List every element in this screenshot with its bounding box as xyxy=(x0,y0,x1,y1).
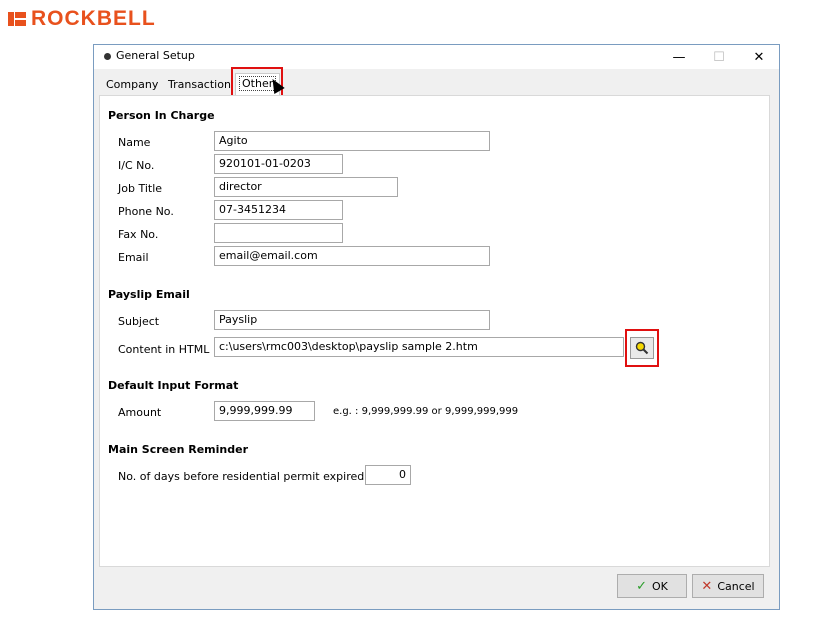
window-title: General Setup xyxy=(116,49,195,62)
rockbell-logo-icon xyxy=(8,10,26,28)
tab-panel xyxy=(99,95,770,567)
fax-label: Fax No. xyxy=(118,228,159,241)
amount-input[interactable]: 9,999,999.99 xyxy=(214,401,315,421)
content-html-input[interactable]: c:\users\rmc003\desktop\payslip sample 2… xyxy=(214,337,624,357)
name-label: Name xyxy=(118,136,151,149)
maximize-button[interactable]: ☐ xyxy=(700,45,738,69)
name-input[interactable]: Agito xyxy=(214,131,490,151)
magnifier-icon xyxy=(635,341,649,355)
amount-label: Amount xyxy=(118,406,162,419)
subject-input[interactable]: Payslip xyxy=(214,310,490,330)
ok-label: OK xyxy=(652,579,668,593)
job-title-input[interactable]: director xyxy=(214,177,398,197)
title-bar: General Setup — ☐ ✕ xyxy=(94,45,779,69)
ok-button[interactable]: ✓ OK xyxy=(617,574,687,598)
cancel-label: Cancel xyxy=(717,579,755,593)
email-label: Email xyxy=(118,251,149,264)
ic-label: I/C No. xyxy=(118,159,155,172)
general-setup-window: General Setup — ☐ ✕ Company Transaction … xyxy=(93,44,780,610)
brand-logo: ROCKBELL xyxy=(8,8,156,30)
browse-file-button[interactable] xyxy=(630,337,654,359)
ic-input[interactable]: 920101-01-0203 xyxy=(214,154,343,174)
check-icon: ✓ xyxy=(636,578,648,594)
cancel-button[interactable]: ✕ Cancel xyxy=(692,574,764,598)
brand-name: ROCKBELL xyxy=(31,7,156,30)
app-icon xyxy=(104,53,111,60)
phone-label: Phone No. xyxy=(118,205,174,218)
days-before-expiry-label: No. of days before residential permit ex… xyxy=(118,470,365,483)
cross-icon: ✕ xyxy=(701,578,713,594)
section-default-input-format: Default Input Format xyxy=(108,379,239,392)
subject-label: Subject xyxy=(118,315,160,328)
tab-transaction[interactable]: Transaction xyxy=(164,75,235,95)
section-main-screen-reminder: Main Screen Reminder xyxy=(108,443,249,456)
content-html-label: Content in HTML xyxy=(118,343,210,356)
close-button[interactable]: ✕ xyxy=(740,45,778,69)
minimize-button[interactable]: — xyxy=(660,45,698,69)
tab-company[interactable]: Company xyxy=(102,75,162,95)
section-person-in-charge: Person In Charge xyxy=(108,109,215,122)
fax-input[interactable] xyxy=(214,223,343,243)
job-title-label: Job Title xyxy=(118,182,163,195)
days-before-expiry-input[interactable]: 0 xyxy=(365,465,411,485)
phone-input[interactable]: 07-3451234 xyxy=(214,200,343,220)
section-payslip-email: Payslip Email xyxy=(108,288,190,301)
amount-format-hint: e.g. : 9,999,999.99 or 9,999,999,999 xyxy=(333,406,519,417)
email-input[interactable]: email@email.com xyxy=(214,246,490,266)
